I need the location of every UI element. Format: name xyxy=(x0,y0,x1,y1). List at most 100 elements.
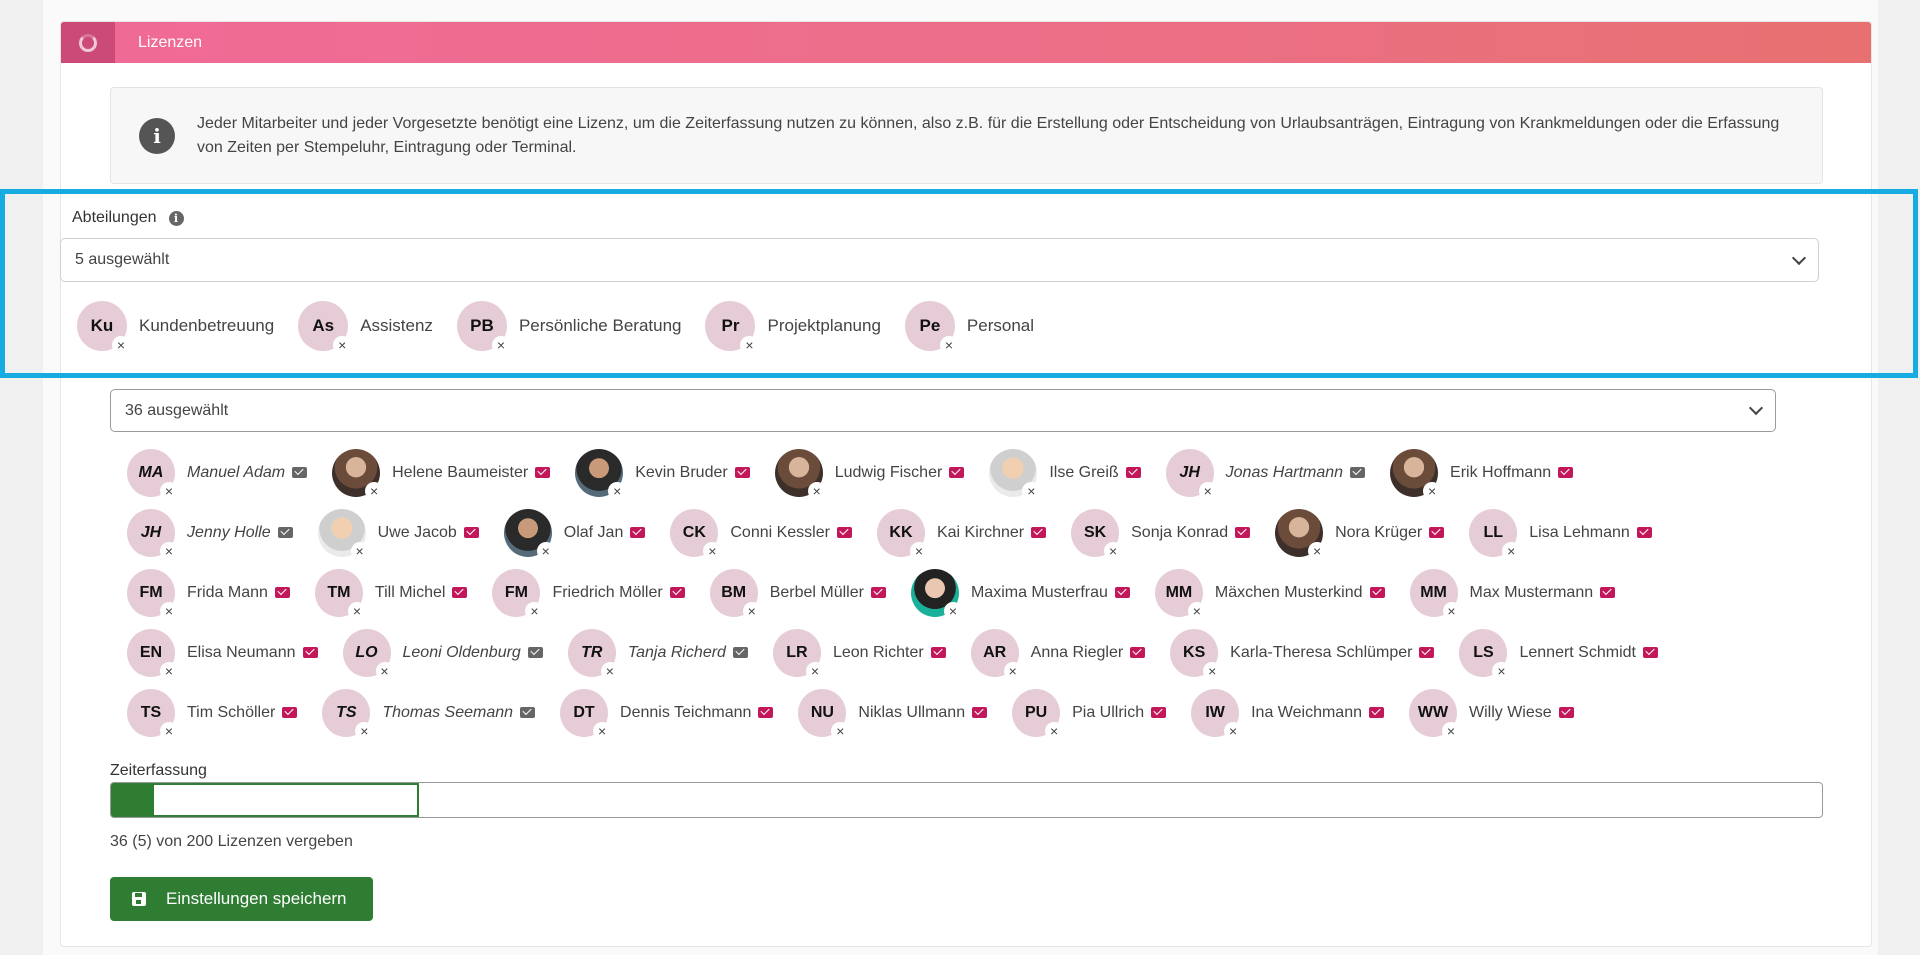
employee-name: Ludwig Fischer xyxy=(835,464,965,482)
employee-name: Niklas Ullmann xyxy=(858,704,988,722)
departments-info-icon[interactable]: i xyxy=(168,210,184,226)
employee-abbr: BM xyxy=(721,584,747,601)
employee-avatar: LO × xyxy=(342,629,394,680)
employee-chip: IW × Ina Weichmann xyxy=(1191,689,1384,740)
mail-icon xyxy=(1368,707,1384,719)
employee-chip: TS × Thomas Seemann xyxy=(322,689,536,740)
employee-chip: PU × Pia Ullrich xyxy=(1012,689,1167,740)
mail-icon xyxy=(452,587,468,599)
license-progress-fill-assigned xyxy=(111,783,419,817)
mail-icon xyxy=(1031,527,1047,539)
remove-icon[interactable]: × xyxy=(593,722,612,740)
remove-icon[interactable]: × xyxy=(909,542,928,560)
employee-name-text: Sonja Konrad xyxy=(1131,524,1229,541)
zeiterfassung-label: Zeiterfassung xyxy=(110,762,207,779)
employee-name-text: Leon Richter xyxy=(832,644,924,661)
employee-avatar: KS × xyxy=(1170,629,1222,680)
remove-icon[interactable]: × xyxy=(536,542,555,560)
employee-chip: DT × Dennis Teichmann xyxy=(560,689,774,740)
remove-icon[interactable]: × xyxy=(742,602,761,620)
employee-row: MA × Manuel Adam × Helene Baumeister × Kevin B… xyxy=(127,449,1598,500)
employee-abbr: JH xyxy=(1179,464,1200,481)
mail-icon xyxy=(1429,527,1445,539)
save-settings-button[interactable]: Einstellungen speichern xyxy=(110,877,373,921)
employee-abbr: MA xyxy=(138,464,164,481)
employee-chip: × Maxima Musterfrau xyxy=(910,569,1130,620)
employee-name: Dennis Teichmann xyxy=(620,704,774,722)
remove-icon[interactable]: × xyxy=(491,336,510,354)
department-name: Kundenbetreuung xyxy=(139,316,275,335)
employee-avatar: TS × xyxy=(127,689,178,740)
remove-icon[interactable]: × xyxy=(1441,722,1460,740)
employee-name-text: Thomas Seemann xyxy=(382,704,514,721)
remove-icon[interactable]: × xyxy=(1442,602,1461,620)
mail-icon xyxy=(527,647,543,659)
employee-name: Lisa Lehmann xyxy=(1529,524,1652,542)
remove-icon[interactable]: × xyxy=(160,722,178,740)
remove-icon[interactable]: × xyxy=(160,662,178,680)
employee-name-text: Frida Mann xyxy=(187,584,268,601)
employee-name-text: Manuel Adam xyxy=(187,464,286,481)
mail-icon xyxy=(930,647,946,659)
departments-label-text: Abteilungen xyxy=(72,209,157,226)
employee-name: Sonja Konrad xyxy=(1131,524,1251,542)
employee-name-text: Willy Wiese xyxy=(1468,704,1552,721)
employee-name: Kai Kirchner xyxy=(937,524,1047,542)
remove-icon[interactable]: × xyxy=(1224,722,1243,740)
license-count-text: 36 (5) von 200 Lizenzen vergeben xyxy=(110,833,353,850)
department-name: Persönliche Beratung xyxy=(518,316,682,335)
remove-icon[interactable]: × xyxy=(939,336,958,354)
employee-abbr: WW xyxy=(1417,704,1449,721)
employee-abbr: JH xyxy=(140,524,162,541)
remove-icon[interactable]: × xyxy=(600,662,619,680)
remove-icon[interactable]: × xyxy=(112,336,130,354)
remove-icon[interactable]: × xyxy=(1003,662,1022,680)
employee-avatar: LR × xyxy=(772,629,824,680)
mail-icon xyxy=(274,587,290,599)
department-avatar: Pe × xyxy=(904,301,958,354)
remove-icon[interactable]: × xyxy=(1423,482,1442,500)
remove-icon[interactable]: × xyxy=(160,602,178,620)
remove-icon[interactable]: × xyxy=(350,542,369,560)
employee-avatar: × xyxy=(1275,509,1327,560)
remove-icon[interactable]: × xyxy=(1308,542,1327,560)
employee-chip: TR × Tanja Richerd xyxy=(567,629,748,680)
mail-icon xyxy=(1350,467,1366,479)
employee-abbr: TM xyxy=(327,584,351,601)
employee-name-text: Mäxchen Musterkind xyxy=(1214,584,1363,601)
remove-icon[interactable]: × xyxy=(807,482,826,500)
remove-icon[interactable]: × xyxy=(1198,482,1217,500)
employee-chip: × Kevin Bruder xyxy=(575,449,750,500)
card-header: Lizenzen xyxy=(61,22,1871,63)
employee-abbr: AR xyxy=(983,644,1007,661)
remove-icon[interactable]: × xyxy=(160,482,178,500)
department-abbr: Pr xyxy=(721,316,740,335)
remove-icon[interactable]: × xyxy=(375,662,394,680)
employee-chip: WW × Willy Wiese xyxy=(1408,689,1574,740)
remove-icon[interactable]: × xyxy=(347,602,366,620)
employee-name: Max Mustermann xyxy=(1470,584,1616,602)
mail-icon xyxy=(302,647,318,659)
remove-icon[interactable]: × xyxy=(160,542,178,560)
remove-icon[interactable]: × xyxy=(943,602,962,620)
employee-avatar: MA × xyxy=(127,449,178,500)
remove-icon[interactable]: × xyxy=(1104,542,1123,560)
employee-avatar: IW × xyxy=(1191,689,1243,740)
info-text: Jeder Mitarbeiter und jeder Vorgesetzte … xyxy=(197,114,1780,156)
remove-icon[interactable]: × xyxy=(1187,602,1206,620)
employee-avatar: × xyxy=(910,569,962,620)
employee-name-text: Niklas Ullmann xyxy=(858,704,966,721)
employee-abbr: MM xyxy=(1420,584,1447,601)
mail-icon xyxy=(758,707,774,719)
remove-icon[interactable]: × xyxy=(1045,722,1064,740)
mail-icon xyxy=(1114,587,1130,599)
employee-name: Erik Hoffmann xyxy=(1450,464,1574,482)
remove-icon[interactable]: × xyxy=(805,662,824,680)
employee-chip: × Nora Krüger xyxy=(1275,509,1445,560)
employees-select[interactable]: 36 ausgewählt xyxy=(110,389,1776,432)
remove-icon[interactable]: × xyxy=(365,482,384,500)
employee-chip: TS × Tim Schöller xyxy=(127,689,298,740)
departments-select[interactable]: 5 ausgewählt xyxy=(60,238,1819,282)
employee-avatar: SK × xyxy=(1071,509,1123,560)
mail-icon xyxy=(1636,527,1652,539)
